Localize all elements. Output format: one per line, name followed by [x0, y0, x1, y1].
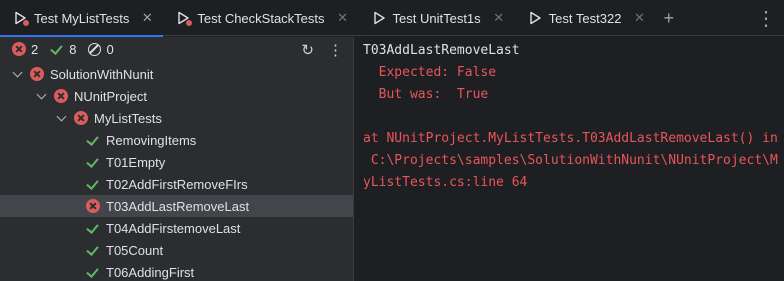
ignored-count: 0: [106, 41, 114, 57]
more-options-icon[interactable]: ⋮: [328, 41, 343, 59]
failed-icon: [30, 67, 44, 81]
tab-label: Test UnitTest1s: [392, 10, 481, 26]
rerun-icon[interactable]: ↻: [301, 41, 314, 59]
tabbar-spacer: [682, 0, 748, 35]
passed-icon: [86, 133, 100, 147]
test-output-pane: T03AddLastRemoveLast Expected: False But…: [355, 37, 784, 281]
output-line: yListTests.cs:line 64: [363, 175, 528, 190]
passed-icon: [86, 265, 100, 279]
close-tab-icon[interactable]: ✕: [337, 10, 349, 26]
failed-icon: [74, 111, 88, 125]
test-tree-label: T03AddLastRemoveLast: [106, 198, 250, 214]
test-tree-row[interactable]: NUnitProject: [0, 85, 353, 107]
passed-icon: [86, 243, 100, 257]
passed-icon: [86, 155, 100, 169]
output-lines: Expected: False But was: True at NUnitPro…: [363, 62, 784, 194]
test-tree-label: NUnitProject: [74, 88, 147, 104]
test-tree-label: T04AddFirstemoveLast: [106, 220, 241, 236]
tool-window-tabbar: Test MyListTests ✕ Test CheckStackTests ✕ Te…: [0, 0, 784, 37]
close-tab-icon[interactable]: ✕: [141, 10, 153, 26]
passed-count: 8: [69, 41, 77, 57]
test-tree-row[interactable]: T04AddFirstemoveLast: [0, 217, 353, 239]
output-line: C:\Projects\samples\SolutionWithNunit\NU…: [363, 153, 778, 168]
test-tree-row[interactable]: T02AddFirstRemoveFIrs: [0, 173, 353, 195]
test-tree-label: T06AddingFirst: [106, 264, 195, 280]
ignored-icon: [88, 42, 102, 56]
run-test-icon: [12, 10, 30, 27]
passed-counter[interactable]: 8: [50, 42, 76, 57]
output-line: But was: True: [363, 87, 489, 102]
ignored-counter[interactable]: 0: [88, 41, 114, 57]
failed-count: 2: [31, 41, 39, 57]
test-tree-row[interactable]: T05Count: [0, 239, 353, 261]
test-tree-pane: 2 8 0 ↻ ⋮ SolutionWithNunit NUnitProject M…: [0, 37, 354, 281]
chevron-down-icon[interactable]: [56, 112, 68, 124]
chevron-down-icon[interactable]: [12, 68, 24, 80]
failed-dot-icon: [185, 19, 194, 27]
run-test-icon: [175, 10, 194, 27]
run-test-icon: [371, 10, 387, 26]
tab-3[interactable]: Test Test322 ✕: [515, 0, 656, 36]
test-tree-row[interactable]: T03AddLastRemoveLast: [0, 195, 353, 217]
passed-icon: [86, 221, 100, 235]
test-tree-row[interactable]: T06AddingFirst: [0, 261, 353, 281]
test-tree-label: RemovingItems: [106, 132, 197, 148]
new-tab-icon[interactable]: +: [655, 0, 682, 36]
test-tree-label: T01Empty: [106, 154, 166, 170]
passed-icon: [86, 177, 100, 191]
test-tree-label: SolutionWithNunit: [50, 66, 154, 82]
test-tree-row[interactable]: RemovingItems: [0, 129, 353, 151]
test-tree-row[interactable]: MyListTests: [0, 107, 353, 129]
run-test-icon: [527, 10, 543, 26]
failed-icon: [12, 42, 26, 56]
tabbar-more-icon[interactable]: ⋮: [748, 0, 784, 36]
test-tree-row[interactable]: SolutionWithNunit: [0, 63, 353, 85]
test-tree-row[interactable]: T01Empty: [0, 151, 353, 173]
close-tab-icon[interactable]: ✕: [633, 10, 645, 26]
tab-label: Test MyListTests: [34, 10, 130, 26]
passed-icon: [50, 42, 64, 56]
output-test-name: T03AddLastRemoveLast: [363, 43, 520, 58]
failed-counter[interactable]: 2: [12, 42, 38, 57]
test-tree: SolutionWithNunit NUnitProject MyListTests…: [0, 63, 353, 281]
tab-1[interactable]: Test CheckStackTests ✕: [163, 0, 358, 36]
test-tree-label: T05Count: [106, 242, 164, 258]
tab-2[interactable]: Test UnitTest1s ✕: [359, 0, 515, 36]
tab-label: Test CheckStackTests: [197, 10, 325, 26]
failed-icon: [86, 199, 100, 213]
chevron-down-icon[interactable]: [36, 90, 48, 102]
test-tree-label: T02AddFirstRemoveFIrs: [106, 176, 248, 192]
failed-icon: [54, 89, 68, 103]
close-tab-icon[interactable]: ✕: [493, 10, 505, 26]
tab-label: Test Test322: [548, 10, 622, 26]
test-tree-label: MyListTests: [94, 110, 162, 126]
tab-0[interactable]: Test MyListTests ✕: [0, 0, 164, 37]
test-counters: 2 8 0 ↻ ⋮: [0, 37, 353, 61]
output-line: Expected: False: [363, 65, 497, 80]
failed-dot-icon: [22, 19, 30, 27]
output-line: at NUnitProject.MyListTests.T03AddLastRe…: [363, 131, 778, 146]
